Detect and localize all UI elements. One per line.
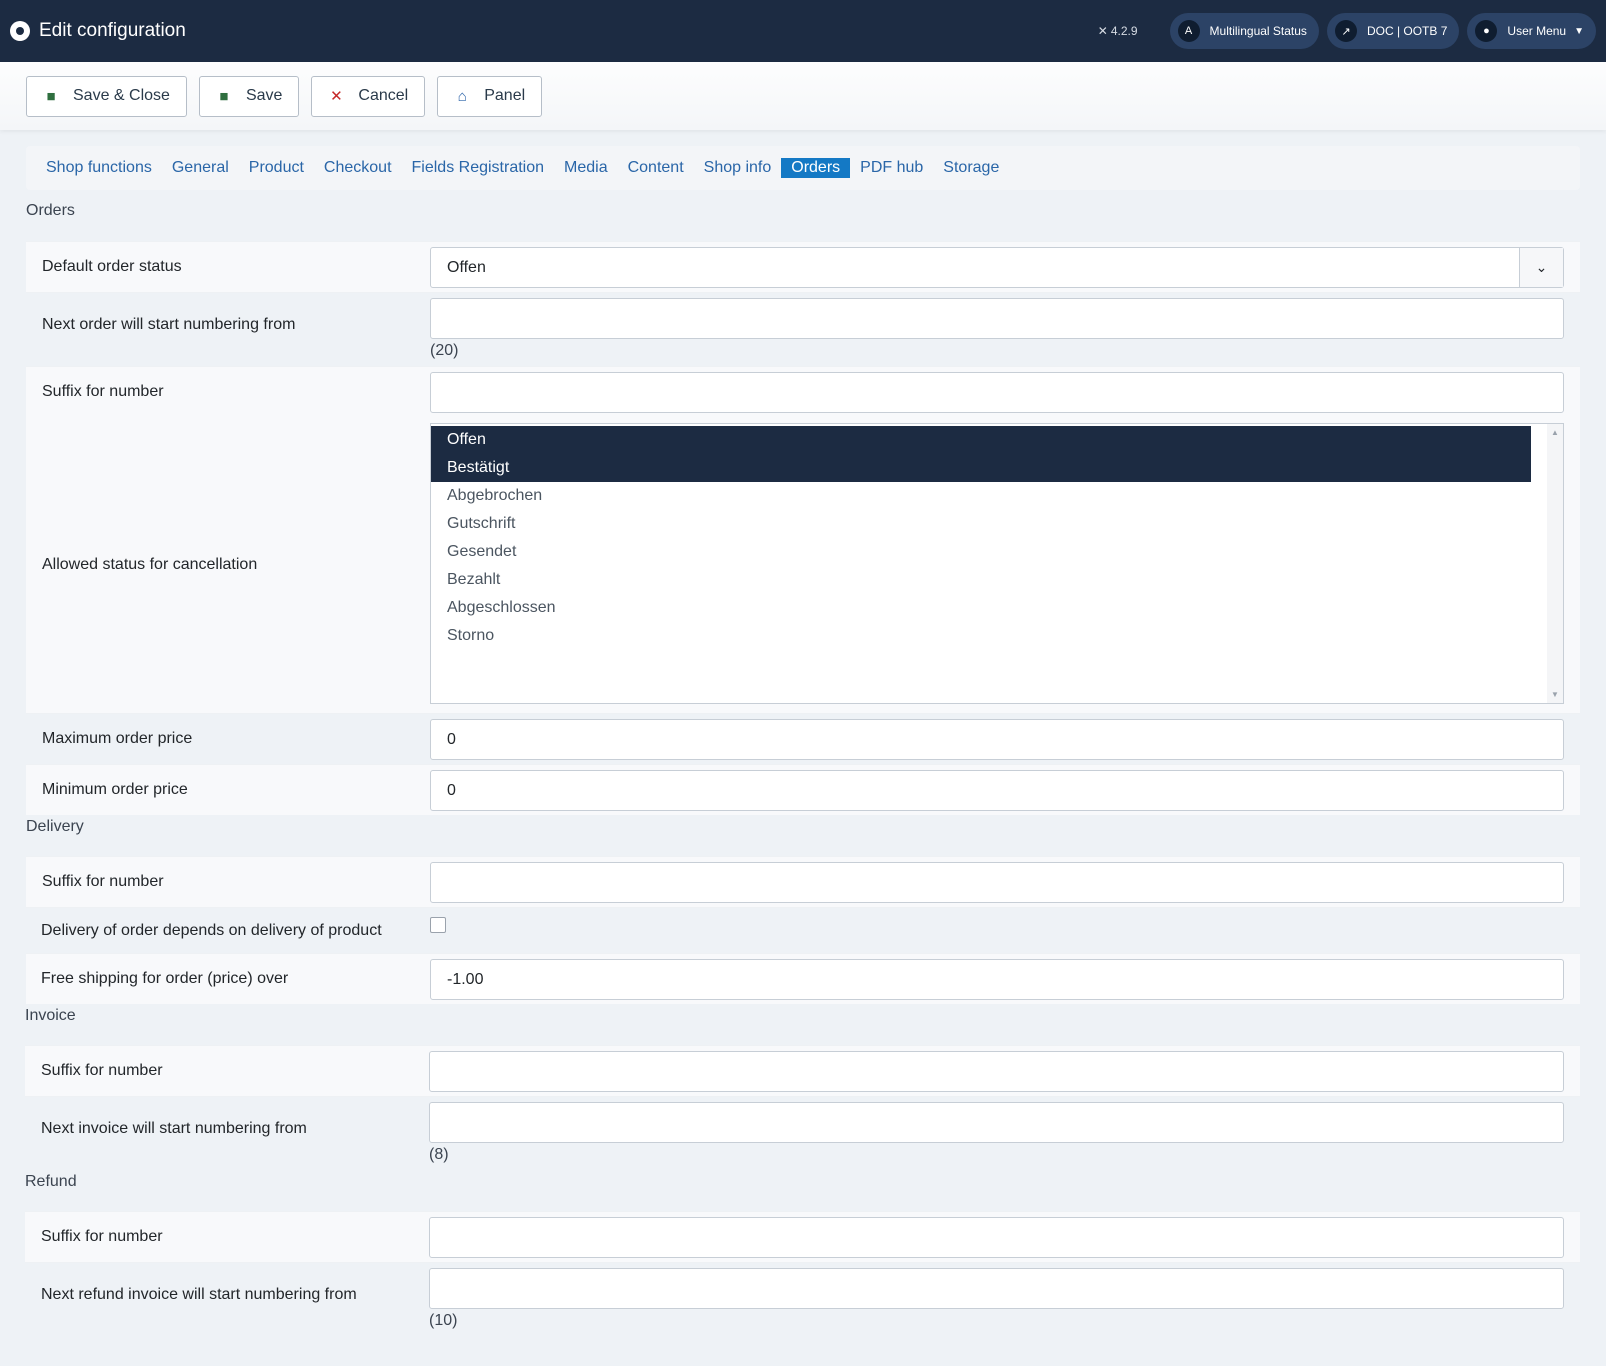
default-order-status-select[interactable]: Offen ⌄: [430, 247, 1564, 288]
field-label: Minimum order price: [42, 781, 188, 798]
field-hint: (20): [430, 342, 459, 359]
field-label: Next invoice will start numbering from: [41, 1120, 307, 1137]
row-minimum-order-price: Minimum order price 0: [26, 764, 1580, 815]
tab-content[interactable]: Content: [618, 158, 694, 178]
scroll-down-icon: ▼: [1551, 690, 1559, 699]
scroll-up-icon: ▲: [1551, 428, 1559, 437]
allowed-cancel-status-listbox[interactable]: Offen Bestätigt Abgebrochen Gutschrift G…: [430, 423, 1564, 704]
save-icon: ■: [219, 87, 229, 105]
maximum-order-price-input[interactable]: 0: [430, 719, 1564, 760]
panel-button[interactable]: ⌂ Panel: [437, 75, 543, 117]
row-allowed-cancel-status: Allowed status for cancellation Offen Be…: [26, 417, 1580, 713]
row-free-shipping: Free shipping for order (price) over -1.…: [26, 953, 1580, 1004]
invoice-suffix-input[interactable]: [429, 1051, 1564, 1092]
listbox-scrollbar[interactable]: ▲ ▼: [1547, 424, 1563, 703]
list-option[interactable]: Storno: [431, 622, 1531, 650]
field-hint: (10): [429, 1312, 458, 1329]
list-option[interactable]: Gutschrift: [431, 510, 1531, 538]
field-label: Suffix for number: [41, 1062, 163, 1079]
field-label: Suffix for number: [42, 383, 164, 400]
tab-orders[interactable]: Orders: [781, 158, 851, 178]
field-label: Next refund invoice will start numbering…: [41, 1286, 357, 1303]
config-tabs: Shop functions General Product Checkout …: [26, 146, 1580, 190]
section-title-invoice: Invoice: [25, 1007, 76, 1024]
row-orders-suffix: Suffix for number: [26, 366, 1580, 417]
row-next-invoice-number: Next invoice will start numbering from (…: [25, 1096, 1580, 1170]
field-label: Suffix for number: [42, 873, 164, 890]
field-label: Free shipping for order (price) over: [41, 970, 289, 987]
row-delivery-suffix: Suffix for number: [26, 856, 1580, 907]
tab-media[interactable]: Media: [554, 158, 618, 178]
field-label: Allowed status for cancellation: [42, 556, 258, 573]
row-maximum-order-price: Maximum order price 0: [26, 713, 1580, 764]
tab-fields-registration[interactable]: Fields Registration: [402, 158, 555, 178]
top-header: Edit configuration ✕ 4.2.9 A Multilingua…: [0, 0, 1606, 62]
save-close-button[interactable]: ■ Save & Close: [26, 75, 187, 117]
orders-suffix-input[interactable]: [430, 372, 1564, 413]
tab-checkout[interactable]: Checkout: [314, 158, 402, 178]
row-invoice-suffix: Suffix for number: [25, 1045, 1580, 1096]
tab-shop-functions[interactable]: Shop functions: [36, 158, 162, 178]
toolbar: ■ Save & Close ■ Save ✕ Cancel ⌂ Panel: [0, 62, 1606, 130]
row-delivery-depends: Delivery of order depends on delivery of…: [26, 907, 1580, 953]
save-icon: ■: [46, 87, 56, 105]
row-refund-suffix: Suffix for number: [25, 1211, 1580, 1262]
page-title: Edit configuration: [39, 20, 186, 41]
chevron-down-icon: ▼: [1574, 25, 1584, 37]
doc-site-button[interactable]: ↗ DOC | OOTB 7: [1326, 13, 1460, 49]
home-icon: ⌂: [457, 87, 467, 105]
chevron-down-icon: ⌄: [1519, 248, 1563, 287]
tab-storage[interactable]: Storage: [933, 158, 1009, 178]
free-shipping-input[interactable]: -1.00: [430, 959, 1564, 1000]
list-option[interactable]: Abgebrochen: [431, 482, 1531, 510]
joomla-small-icon: ✕: [1097, 24, 1108, 38]
row-default-order-status: Default order status Offen ⌄: [26, 241, 1580, 292]
next-order-number-input[interactable]: [430, 298, 1564, 339]
cancel-button[interactable]: ✕ Cancel: [311, 75, 426, 117]
field-label: Suffix for number: [41, 1228, 163, 1245]
field-label: Default order status: [42, 258, 182, 275]
list-option[interactable]: Offen: [431, 426, 1531, 454]
user-icon: ●: [1475, 20, 1498, 42]
close-icon: ✕: [330, 88, 343, 105]
delivery-suffix-input[interactable]: [430, 862, 1564, 903]
multilingual-status-button[interactable]: A Multilingual Status: [1169, 13, 1319, 49]
joomla-logo-icon: [10, 21, 30, 41]
tab-general[interactable]: General: [162, 158, 239, 178]
section-title-refund: Refund: [25, 1173, 77, 1190]
section-title-delivery: Delivery: [26, 818, 84, 835]
field-label: Delivery of order depends on delivery of…: [41, 921, 382, 939]
field-label: Maximum order price: [42, 730, 193, 747]
save-button[interactable]: ■ Save: [198, 75, 300, 117]
list-option[interactable]: Bestätigt: [431, 454, 1531, 482]
language-icon: A: [1177, 20, 1200, 42]
delivery-depends-checkbox[interactable]: [430, 917, 446, 933]
next-refund-number-input[interactable]: [429, 1268, 1564, 1309]
row-next-order-number: Next order will start numbering from (20…: [26, 292, 1580, 366]
external-link-icon: ↗: [1334, 20, 1357, 42]
next-invoice-number-input[interactable]: [429, 1102, 1564, 1143]
list-option[interactable]: Abgeschlossen: [431, 594, 1531, 622]
tab-shop-info[interactable]: Shop info: [694, 158, 782, 178]
version-label: ✕ 4.2.9: [1097, 24, 1138, 38]
field-hint: (8): [429, 1146, 449, 1163]
tab-product[interactable]: Product: [239, 158, 314, 178]
refund-suffix-input[interactable]: [429, 1217, 1564, 1258]
row-next-refund-number: Next refund invoice will start numbering…: [25, 1262, 1580, 1336]
user-menu-button[interactable]: ● User Menu ▼: [1467, 13, 1596, 49]
field-label: Next order will start numbering from: [42, 316, 296, 333]
minimum-order-price-input[interactable]: 0: [430, 770, 1564, 811]
list-option[interactable]: Gesendet: [431, 538, 1531, 566]
list-option[interactable]: Bezahlt: [431, 566, 1531, 594]
section-title-orders: Orders: [26, 202, 75, 219]
tab-pdf-hub[interactable]: PDF hub: [850, 158, 933, 178]
